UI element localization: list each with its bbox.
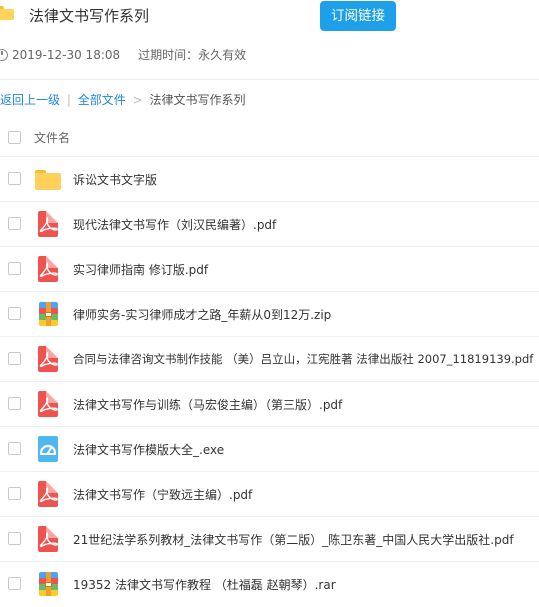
file-name[interactable]: 19352 法律文书写作教程 （杜福磊 赵朝琴）.rar xyxy=(73,576,336,593)
file-checkbox[interactable] xyxy=(8,352,21,365)
file-checkbox[interactable] xyxy=(8,307,21,320)
file-checkbox[interactable] xyxy=(8,397,21,410)
pdf-icon xyxy=(34,255,62,283)
share-date: 2019-12-30 18:08 xyxy=(12,48,121,62)
clock-icon xyxy=(0,49,8,61)
pdf-icon xyxy=(34,525,62,553)
breadcrumb-separator: > xyxy=(132,93,143,107)
subscribe-button[interactable]: 订阅链接 xyxy=(320,1,396,31)
file-row[interactable]: 诉讼文书文字版 xyxy=(0,156,539,202)
file-row[interactable]: 法律文书写作（宁致远主编）.pdf xyxy=(0,471,539,517)
expire-label: 过期时间： xyxy=(138,48,199,62)
file-checkbox[interactable] xyxy=(8,577,21,590)
file-row[interactable]: 合同与法律咨询文书制作技能 （美）吕立山，江宪胜著 法律出版社 2007_118… xyxy=(0,336,539,382)
file-checkbox[interactable] xyxy=(8,442,21,455)
pdf-icon xyxy=(34,210,62,238)
file-name[interactable]: 法律文书写作（宁致远主编）.pdf xyxy=(73,486,252,503)
file-checkbox[interactable] xyxy=(8,217,21,230)
folder-icon xyxy=(34,165,62,193)
rar-icon xyxy=(34,570,62,598)
breadcrumb-separator: | xyxy=(66,93,71,107)
zip-icon xyxy=(34,300,62,328)
file-name[interactable]: 法律文书写作模版大全_.exe xyxy=(73,441,224,458)
pdf-icon xyxy=(34,480,62,508)
pdf-icon xyxy=(34,390,62,418)
page-title: 法律文书写作系列 xyxy=(29,7,150,25)
file-name[interactable]: 实习律师指南 修订版.pdf xyxy=(73,261,208,278)
file-name[interactable]: 21世纪法学系列教材_法律文书写作（第二版）_陈卫东著_中国人民大学出版社.pd… xyxy=(73,531,514,548)
pdf-icon xyxy=(34,345,62,373)
file-row[interactable]: 法律文书写作模版大全_.exe xyxy=(0,426,539,472)
file-list-header: 文件名 xyxy=(0,125,539,151)
file-row[interactable]: 法律文书写作与训练（马宏俊主编）（第三版）.pdf xyxy=(0,381,539,427)
file-row[interactable]: 现代法律文书写作（刘汉民编著）.pdf xyxy=(0,201,539,247)
file-row[interactable]: 19352 法律文书写作教程 （杜福磊 赵朝琴）.rar xyxy=(0,561,539,607)
back-link[interactable]: 返回上一级 xyxy=(0,93,60,107)
file-name[interactable]: 合同与法律咨询文书制作技能 （美）吕立山，江宪胜著 法律出版社 2007_118… xyxy=(73,351,533,367)
file-checkbox[interactable] xyxy=(8,172,21,185)
file-row[interactable]: 21世纪法学系列教材_法律文书写作（第二版）_陈卫东著_中国人民大学出版社.pd… xyxy=(0,516,539,562)
file-checkbox[interactable] xyxy=(8,532,21,545)
exe-icon xyxy=(34,435,62,463)
page-header: 法律文书写作系列 订阅链接 xyxy=(0,0,539,34)
breadcrumb-current: 法律文书写作系列 xyxy=(149,93,246,107)
breadcrumb: 返回上一级 | 全部文件 > 法律文书写作系列 xyxy=(0,91,245,109)
folder-icon xyxy=(0,6,14,20)
divider xyxy=(0,79,539,80)
column-filename: 文件名 xyxy=(34,131,71,145)
expire-value: 永久有效 xyxy=(198,48,247,62)
share-meta: 2019-12-30 18:08 过期时间：永久有效 xyxy=(0,46,246,64)
file-row[interactable]: 实习律师指南 修订版.pdf xyxy=(0,246,539,292)
file-checkbox[interactable] xyxy=(8,487,21,500)
select-all-checkbox[interactable] xyxy=(8,131,21,144)
file-row[interactable]: 律师实务-实习律师成才之路_年薪从0到12万.zip xyxy=(0,291,539,337)
file-name[interactable]: 现代法律文书写作（刘汉民编著）.pdf xyxy=(73,216,276,233)
file-name[interactable]: 法律文书写作与训练（马宏俊主编）（第三版）.pdf xyxy=(73,396,342,413)
file-name[interactable]: 律师实务-实习律师成才之路_年薪从0到12万.zip xyxy=(73,306,331,323)
all-files-link[interactable]: 全部文件 xyxy=(78,93,126,107)
file-checkbox[interactable] xyxy=(8,262,21,275)
file-name[interactable]: 诉讼文书文字版 xyxy=(73,171,157,188)
